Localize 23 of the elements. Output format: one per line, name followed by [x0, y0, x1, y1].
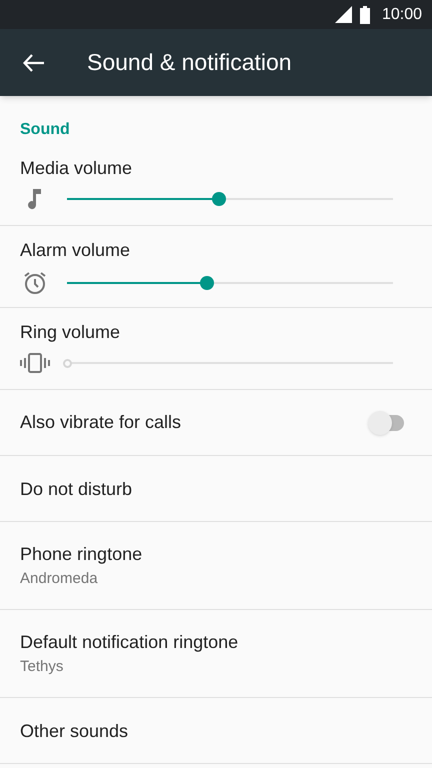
setting-label[interactable]: Do not disturb [20, 476, 412, 500]
setting-label: Ring volume [20, 321, 122, 344]
setting-label: Alarm volume [20, 239, 132, 262]
alarm-clock-icon [22, 270, 48, 296]
volume-slider[interactable] [67, 276, 393, 290]
slider-thumb[interactable] [200, 276, 214, 290]
section-header: Sound [20, 121, 70, 138]
setting-summary: Tethys [20, 657, 64, 677]
slider-thumb[interactable] [212, 192, 226, 206]
battery-icon [360, 6, 370, 24]
setting-label[interactable]: Phone ringtone [20, 542, 412, 566]
setting-label: Media volume [20, 157, 134, 180]
vibrate-phone-icon [20, 352, 50, 374]
setting-label: Also vibrate for calls [20, 411, 182, 434]
setting-summary: Andromeda [20, 569, 99, 589]
slider-thumb[interactable] [63, 359, 72, 368]
volume-slider[interactable] [67, 192, 393, 206]
status-time: 10:00 [382, 4, 422, 24]
music-note-icon [27, 188, 43, 210]
screen-title: Sound & notification [87, 48, 292, 78]
setting-label[interactable]: Other sounds [20, 718, 412, 742]
signal-icon [334, 6, 352, 23]
setting-label[interactable]: Default notification ringtone [20, 630, 412, 654]
